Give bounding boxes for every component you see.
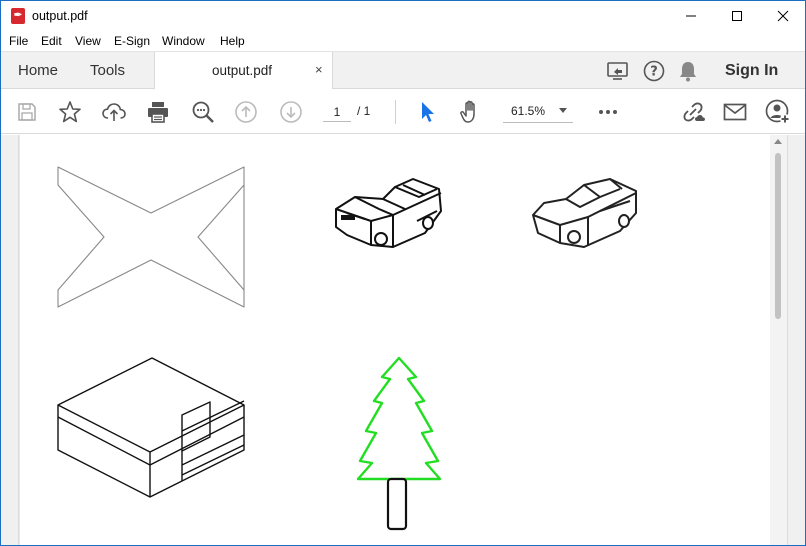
tab-document[interactable]: output.pdf × (154, 52, 333, 89)
isometric-box-drawing (57, 357, 245, 498)
close-tab-button[interactable]: × (315, 62, 323, 77)
share-link-button[interactable] (681, 99, 707, 125)
share-screen-button[interactable] (606, 59, 630, 83)
x-shape-outline (57, 166, 245, 308)
menu-esign[interactable]: E-Sign (114, 34, 150, 48)
page-total: / 1 (357, 104, 371, 118)
share-link-icon (683, 102, 705, 122)
menu-file[interactable]: File (9, 34, 28, 48)
acrobat-window: ✒ output.pdf File Edit View E-Sign Windo… (0, 0, 806, 546)
more-options-button[interactable] (595, 99, 621, 125)
tab-bar: Home Tools output.pdf × ? Sign In (1, 52, 805, 89)
save-icon (18, 103, 36, 121)
share-screen-icon (607, 62, 628, 80)
window-title: output.pdf (32, 9, 88, 23)
select-tool-button[interactable] (414, 99, 440, 125)
notification-bell-icon (680, 62, 696, 82)
menu-bar: File Edit View E-Sign Window Help (1, 31, 805, 52)
save-button[interactable] (14, 99, 40, 125)
add-user-icon (765, 99, 790, 124)
maximize-button[interactable] (714, 1, 760, 31)
scroll-up-icon[interactable] (774, 139, 782, 144)
print-icon (148, 102, 168, 123)
page-up-icon (235, 101, 257, 123)
right-panel-toggle[interactable] (787, 135, 805, 545)
close-window-button[interactable] (760, 1, 805, 31)
tab-tools[interactable]: Tools (90, 62, 125, 79)
menu-help[interactable]: Help (220, 34, 245, 48)
pdf-page (20, 135, 770, 545)
next-page-button[interactable] (278, 99, 304, 125)
email-button[interactable] (722, 99, 748, 125)
sign-in-button[interactable]: Sign In (725, 62, 778, 80)
previous-page-button[interactable] (233, 99, 259, 125)
page-number-input[interactable] (323, 102, 351, 122)
add-user-button[interactable] (765, 99, 791, 125)
hand-tool-button[interactable] (458, 99, 484, 125)
chevron-down-icon (559, 108, 567, 113)
minimize-icon (686, 15, 696, 17)
help-icon: ? (643, 60, 665, 82)
green-tree-drawing (356, 356, 442, 531)
menu-view[interactable]: View (75, 34, 101, 48)
close-icon (777, 10, 789, 22)
vertical-scrollbar[interactable] (770, 135, 787, 545)
maximize-icon (732, 11, 742, 21)
notifications-button[interactable] (676, 59, 700, 83)
document-tab-label: output.pdf (212, 63, 273, 78)
zoom-value: 61.5% (511, 104, 546, 118)
hand-tool-icon (460, 100, 475, 123)
menu-window[interactable]: Window (162, 34, 205, 48)
zoom-tool-button[interactable] (190, 99, 216, 125)
car-sketch-1 (335, 178, 442, 248)
email-icon (723, 103, 747, 121)
upload-button[interactable] (101, 99, 127, 125)
bookmark-star-icon (59, 101, 81, 123)
document-viewport[interactable] (1, 135, 805, 545)
scroll-thumb[interactable] (775, 153, 781, 319)
print-button[interactable] (145, 99, 171, 125)
zoom-dropdown[interactable]: 61.5% (503, 102, 573, 123)
page-down-icon (280, 101, 302, 123)
select-cursor-icon (422, 102, 434, 122)
acrobat-icon: ✒ (11, 8, 25, 24)
toolbar: / 1 61.5% (1, 90, 805, 134)
toolbar-divider (395, 100, 396, 124)
zoom-search-icon (192, 101, 214, 123)
minimize-button[interactable] (668, 1, 714, 31)
car-sketch-2 (532, 178, 637, 248)
menu-edit[interactable]: Edit (41, 34, 62, 48)
left-panel-toggle[interactable] (1, 135, 19, 545)
svg-text:?: ? (650, 65, 658, 80)
title-bar: ✒ output.pdf (1, 1, 805, 31)
more-options-icon (599, 110, 617, 114)
bookmark-button[interactable] (57, 99, 83, 125)
upload-cloud-icon (102, 103, 126, 121)
tab-home[interactable]: Home (18, 62, 58, 79)
help-button[interactable]: ? (642, 59, 666, 83)
